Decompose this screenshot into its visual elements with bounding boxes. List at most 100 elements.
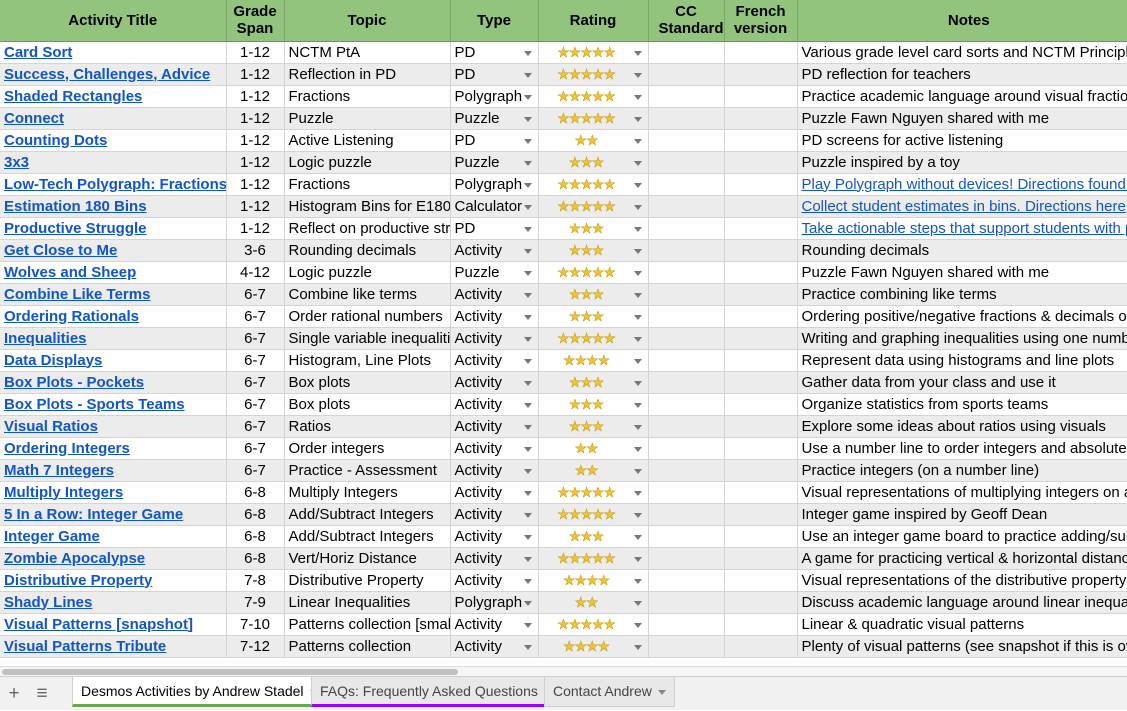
topic-cell[interactable]: Ratios bbox=[284, 415, 451, 438]
column-header-french-version[interactable]: French version bbox=[724, 0, 798, 42]
activity-title-link[interactable]: Zombie Apocalypse bbox=[4, 550, 145, 567]
french-version-cell[interactable] bbox=[724, 437, 798, 460]
activity-title-link[interactable]: Get Close to Me bbox=[4, 242, 117, 259]
grade-span-cell[interactable]: 6-8 bbox=[226, 547, 285, 570]
dropdown-arrow-icon[interactable] bbox=[633, 490, 642, 496]
french-version-cell[interactable] bbox=[724, 635, 798, 658]
type-cell[interactable]: PD bbox=[450, 129, 539, 152]
grade-span-cell[interactable]: 6-7 bbox=[226, 305, 285, 328]
cc-standard-cell[interactable] bbox=[648, 327, 725, 350]
notes-cell[interactable]: Gather data from your class and use it bbox=[797, 371, 1127, 394]
cc-standard-cell[interactable] bbox=[648, 305, 725, 328]
activity-title-cell[interactable]: Connect bbox=[0, 107, 227, 130]
french-version-cell[interactable] bbox=[724, 481, 798, 504]
dropdown-arrow-icon[interactable] bbox=[523, 314, 532, 320]
french-version-cell[interactable] bbox=[724, 305, 798, 328]
type-cell[interactable]: Polygraph bbox=[450, 591, 539, 614]
type-cell[interactable]: Activity bbox=[450, 635, 539, 658]
topic-cell[interactable]: Reflect on productive stru bbox=[284, 217, 451, 240]
type-cell[interactable]: PD bbox=[450, 63, 539, 86]
grade-span-cell[interactable]: 1-12 bbox=[226, 151, 285, 174]
activity-title-link[interactable]: Integer Game bbox=[4, 528, 100, 545]
rating-cell[interactable]: ★★★★★ bbox=[538, 195, 649, 218]
activity-title-cell[interactable]: 5 In a Row: Integer Game bbox=[0, 503, 227, 526]
type-cell[interactable]: Puzzle bbox=[450, 107, 539, 130]
activity-title-link[interactable]: Inequalities bbox=[4, 330, 87, 347]
dropdown-arrow-icon[interactable] bbox=[633, 424, 642, 430]
cc-standard-cell[interactable] bbox=[648, 393, 725, 416]
activity-title-cell[interactable]: Box Plots - Sports Teams bbox=[0, 393, 227, 416]
topic-cell[interactable]: Add/Subtract Integers bbox=[284, 503, 451, 526]
activity-title-link[interactable]: Card Sort bbox=[4, 44, 72, 61]
activity-title-link[interactable]: Data Displays bbox=[4, 352, 102, 369]
notes-cell[interactable]: A game for practicing vertical & horizon… bbox=[797, 547, 1127, 570]
notes-cell[interactable]: Integer game inspired by Geoff Dean bbox=[797, 503, 1127, 526]
dropdown-arrow-icon[interactable] bbox=[633, 50, 642, 56]
french-version-cell[interactable] bbox=[724, 151, 798, 174]
type-cell[interactable]: Activity bbox=[450, 481, 539, 504]
dropdown-arrow-icon[interactable] bbox=[523, 578, 532, 584]
activity-title-cell[interactable]: Visual Ratios bbox=[0, 415, 227, 438]
notes-cell[interactable]: PD screens for active listening bbox=[797, 129, 1127, 152]
dropdown-arrow-icon[interactable] bbox=[633, 336, 642, 342]
topic-cell[interactable]: Logic puzzle bbox=[284, 151, 451, 174]
activity-title-link[interactable]: Ordering Integers bbox=[4, 440, 130, 457]
type-cell[interactable]: Activity bbox=[450, 459, 539, 482]
french-version-cell[interactable] bbox=[724, 393, 798, 416]
rating-cell[interactable]: ★★★★ bbox=[538, 349, 649, 372]
french-version-cell[interactable] bbox=[724, 415, 798, 438]
notes-cell[interactable]: Writing and graphing inequalities using … bbox=[797, 327, 1127, 350]
notes-cell[interactable]: Visual representations of the distributi… bbox=[797, 569, 1127, 592]
french-version-cell[interactable] bbox=[724, 173, 798, 196]
dropdown-arrow-icon[interactable] bbox=[633, 314, 642, 320]
rating-cell[interactable]: ★★★★★ bbox=[538, 107, 649, 130]
topic-cell[interactable]: Histogram, Line Plots bbox=[284, 349, 451, 372]
rating-cell[interactable]: ★★★ bbox=[538, 415, 649, 438]
grade-span-cell[interactable]: 1-12 bbox=[226, 129, 285, 152]
rating-cell[interactable]: ★★ bbox=[538, 591, 649, 614]
dropdown-arrow-icon[interactable] bbox=[523, 556, 532, 562]
grade-span-cell[interactable]: 1-12 bbox=[226, 41, 285, 64]
french-version-cell[interactable] bbox=[724, 261, 798, 284]
activity-title-cell[interactable]: Visual Patterns [snapshot] bbox=[0, 613, 227, 636]
french-version-cell[interactable] bbox=[724, 349, 798, 372]
activity-title-cell[interactable]: Wolves and Sheep bbox=[0, 261, 227, 284]
notes-cell[interactable]: Puzzle Fawn Nguyen shared with me bbox=[797, 261, 1127, 284]
topic-cell[interactable]: Box plots bbox=[284, 371, 451, 394]
grade-span-cell[interactable]: 6-7 bbox=[226, 283, 285, 306]
topic-cell[interactable]: Order rational numbers bbox=[284, 305, 451, 328]
activity-title-cell[interactable]: Ordering Rationals bbox=[0, 305, 227, 328]
rating-cell[interactable]: ★★★★★ bbox=[538, 503, 649, 526]
notes-cell[interactable]: Organize statistics from sports teams bbox=[797, 393, 1127, 416]
dropdown-arrow-icon[interactable] bbox=[633, 578, 642, 584]
notes-cell[interactable]: Play Polygraph without devices! Directio… bbox=[797, 173, 1127, 196]
french-version-cell[interactable] bbox=[724, 41, 798, 64]
activity-title-link[interactable]: Multiply Integers bbox=[4, 484, 123, 501]
dropdown-arrow-icon[interactable] bbox=[633, 94, 642, 100]
dropdown-arrow-icon[interactable] bbox=[633, 380, 642, 386]
dropdown-arrow-icon[interactable] bbox=[523, 446, 532, 452]
french-version-cell[interactable] bbox=[724, 283, 798, 306]
type-cell[interactable]: Polygraph bbox=[450, 85, 539, 108]
activity-title-link[interactable]: Distributive Property bbox=[4, 572, 152, 589]
type-cell[interactable]: Activity bbox=[450, 393, 539, 416]
type-cell[interactable]: Polygraph bbox=[450, 173, 539, 196]
cc-standard-cell[interactable] bbox=[648, 371, 725, 394]
grade-span-cell[interactable]: 1-12 bbox=[226, 173, 285, 196]
dropdown-arrow-icon[interactable] bbox=[633, 622, 642, 628]
topic-cell[interactable]: Add/Subtract Integers bbox=[284, 525, 451, 548]
topic-cell[interactable]: Patterns collection [small] bbox=[284, 613, 451, 636]
activity-title-link[interactable]: Connect bbox=[4, 110, 64, 127]
notes-cell[interactable]: Various grade level card sorts and NCTM … bbox=[797, 41, 1127, 64]
cc-standard-cell[interactable] bbox=[648, 613, 725, 636]
activity-title-link[interactable]: 3x3 bbox=[4, 154, 29, 171]
notes-cell[interactable]: PD reflection for teachers bbox=[797, 63, 1127, 86]
notes-cell[interactable]: Puzzle Fawn Nguyen shared with me bbox=[797, 107, 1127, 130]
topic-cell[interactable]: Multiply Integers bbox=[284, 481, 451, 504]
notes-cell[interactable]: Rounding decimals bbox=[797, 239, 1127, 262]
dropdown-arrow-icon[interactable] bbox=[633, 248, 642, 254]
cc-standard-cell[interactable] bbox=[648, 107, 725, 130]
rating-cell[interactable]: ★★★★ bbox=[538, 569, 649, 592]
cc-standard-cell[interactable] bbox=[648, 63, 725, 86]
topic-cell[interactable]: Order integers bbox=[284, 437, 451, 460]
